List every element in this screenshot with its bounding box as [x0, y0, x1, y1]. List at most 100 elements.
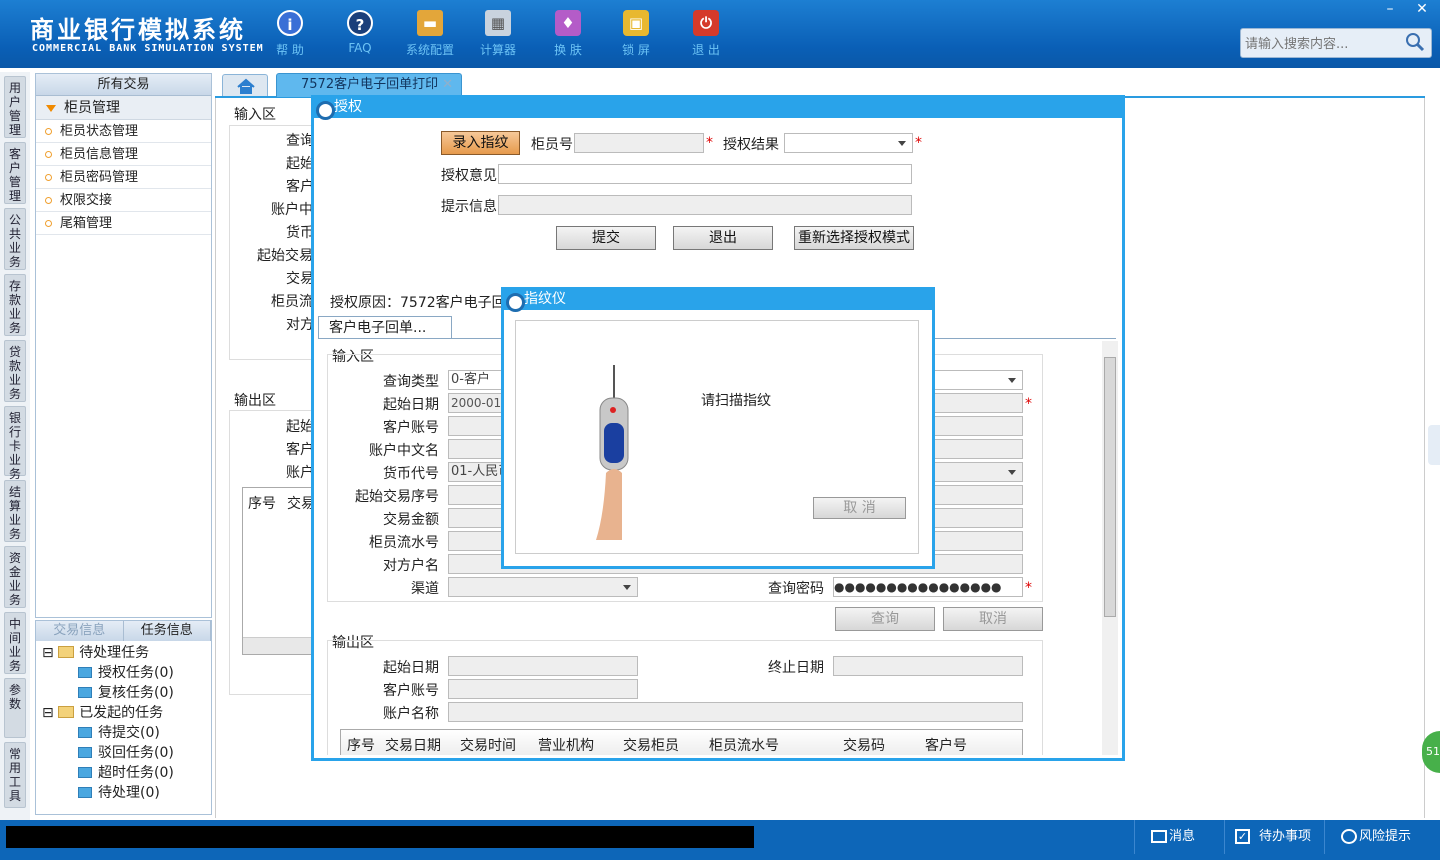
calculator-button[interactable]: ▦ 计算器	[468, 8, 528, 64]
reselect-auth-mode-button[interactable]: 重新选择授权模式	[794, 226, 914, 250]
help-button[interactable]: i 帮 助	[260, 8, 320, 64]
dialog-scrollbar[interactable]	[1102, 341, 1118, 755]
tab-receipt-print[interactable]: 7572客户电子回单打印 ✕	[276, 73, 462, 97]
opinion-label: 授权意见	[441, 168, 497, 184]
todo-button[interactable]: ✓ 待办事项	[1224, 820, 1324, 854]
tree-initiated-tasks[interactable]: ⊟ 已发起的任务	[42, 703, 163, 723]
collapse-handle[interactable]	[1428, 425, 1440, 465]
submit-button[interactable]: 提交	[556, 226, 656, 250]
close-window-button[interactable]: ✕	[1406, 0, 1438, 20]
scrollbar-thumb[interactable]	[1104, 357, 1116, 617]
app-title: 商业银行模拟系统	[30, 15, 246, 44]
tree-pending-tasks[interactable]: ⊟ 待处理任务	[42, 643, 149, 663]
enter-fingerprint-button[interactable]: 录入指纹	[441, 131, 520, 155]
vtab-customer-management[interactable]: 客户管理	[4, 142, 26, 204]
out-end-date-field[interactable]	[833, 656, 1023, 676]
search-box	[1240, 28, 1432, 58]
auth-opinion-field[interactable]	[498, 164, 912, 184]
transaction-nav: 所有交易 柜员管理 柜员状态管理 柜员信息管理 柜员密码管理 权限交接 尾箱管理	[35, 73, 212, 618]
column-header[interactable]: 交易柜员	[623, 735, 679, 755]
vtab-funds[interactable]: 资金业务	[4, 546, 26, 608]
fingerprint-scanner-icon	[596, 365, 629, 540]
column-header[interactable]: 交易日期	[385, 735, 441, 755]
system-config-button[interactable]: ▬ 系统配置	[400, 8, 460, 64]
bg-label: 客户	[286, 179, 314, 195]
search-icon[interactable]	[1405, 32, 1425, 52]
counterparty-label: 对方户名	[383, 558, 439, 574]
status-message-area	[6, 826, 754, 848]
vtab-common-tools[interactable]: 常用工具	[4, 742, 26, 808]
bg-label: 客户	[286, 442, 314, 458]
change-skin-button[interactable]: ♦ 换 肤	[538, 8, 598, 64]
query-type-label: 查询类型	[383, 374, 439, 390]
messages-button[interactable]: 消息	[1134, 820, 1224, 854]
column-header[interactable]: 客户号	[925, 735, 967, 755]
lock-icon: ▣	[623, 10, 649, 36]
required-mark: *	[1025, 396, 1032, 412]
vtab-intermediary[interactable]: 中间业务	[4, 612, 26, 674]
channel-select[interactable]	[448, 577, 638, 597]
vtab-parameters[interactable]: 参数	[4, 678, 26, 738]
column-header[interactable]: 交易码	[843, 735, 885, 755]
bg-hscrollbar[interactable]	[243, 637, 315, 654]
bg-table-header: 序号	[248, 496, 276, 512]
tree-item-timeout[interactable]: 超时任务(0)	[78, 763, 174, 783]
nav-item-teller-status[interactable]: 柜员状态管理	[36, 120, 211, 143]
vertical-tab-strip: 用户管理 客户管理 公共业务 存款业务 贷款业务 银行卡业务 结算业务 资金业务…	[0, 72, 30, 820]
cancel-query-button[interactable]: 取消	[943, 607, 1043, 631]
nav-item-teller-info[interactable]: 柜员信息管理	[36, 143, 211, 166]
vtab-deposit[interactable]: 存款业务	[4, 274, 26, 336]
tree-item-to-process[interactable]: 待处理(0)	[78, 783, 160, 803]
column-header[interactable]: 序号	[347, 735, 375, 755]
nav-header[interactable]: 所有交易	[36, 74, 211, 96]
vtab-user-management[interactable]: 用户管理	[4, 76, 26, 138]
result-table-header	[340, 729, 1023, 755]
task-icon	[78, 767, 92, 778]
out-account-no-field[interactable]	[448, 679, 638, 699]
exit-dialog-button[interactable]: 退出	[673, 226, 773, 250]
out-start-date-field[interactable]	[448, 656, 638, 676]
out-account-name-field[interactable]	[448, 702, 1023, 722]
faq-button[interactable]: ? FAQ	[330, 8, 390, 64]
column-header[interactable]: 交易时间	[460, 735, 516, 755]
bg-label: 起始	[286, 156, 314, 172]
dropdown-arrow-icon	[898, 141, 906, 146]
chat-icon	[1341, 829, 1357, 844]
nav-item-teller-password[interactable]: 柜员密码管理	[36, 166, 211, 189]
vtab-public-business[interactable]: 公共业务	[4, 208, 26, 270]
vtab-settlement[interactable]: 结算业务	[4, 480, 26, 542]
start-date-label: 起始日期	[383, 397, 439, 413]
lock-screen-button[interactable]: ▣ 锁 屏	[606, 8, 666, 64]
auth-result-select[interactable]	[784, 133, 913, 153]
fingerprint-dialog-title: 指纹仪	[504, 290, 932, 312]
nav-item-tail-box[interactable]: 尾箱管理	[36, 212, 211, 235]
vtab-loan[interactable]: 贷款业务	[4, 340, 26, 402]
tree-item-auth-tasks[interactable]: 授权任务(0)	[78, 663, 174, 683]
bg-label: 对方	[286, 317, 314, 333]
tree-item-to-submit[interactable]: 待提交(0)	[78, 723, 160, 743]
minimize-button[interactable]: –	[1374, 0, 1406, 20]
nav-item-permission-handover[interactable]: 权限交接	[36, 189, 211, 212]
hint-info-field[interactable]	[498, 195, 912, 215]
required-mark: *	[706, 135, 713, 151]
subtab-receipt[interactable]: 客户电子回单...	[318, 316, 452, 339]
tab-task-info[interactable]: 任务信息	[123, 621, 211, 641]
bg-label: 柜员流	[271, 294, 313, 310]
search-input[interactable]	[1245, 34, 1405, 54]
vtab-bank-card[interactable]: 银行卡业务	[4, 406, 26, 481]
cancel-scan-button[interactable]: 取 消	[813, 497, 906, 519]
teller-number-field[interactable]	[574, 133, 704, 153]
query-button[interactable]: 查询	[835, 607, 935, 631]
exit-button[interactable]: ⏻ 退 出	[676, 8, 736, 64]
column-header[interactable]: 柜员流水号	[709, 735, 779, 755]
close-tab-icon[interactable]: ✕	[442, 74, 453, 96]
risk-alert-button[interactable]: 风险提示	[1324, 820, 1440, 854]
home-tab[interactable]	[222, 74, 268, 96]
envelope-icon	[1151, 830, 1167, 843]
query-password-field[interactable]: ●●●●●●●●●●●●●●●●	[833, 577, 1023, 597]
tree-item-rejected[interactable]: 驳回任务(0)	[78, 743, 174, 763]
nav-group-teller-management[interactable]: 柜员管理	[36, 96, 211, 120]
tree-item-review-tasks[interactable]: 复核任务(0)	[78, 683, 174, 703]
column-header[interactable]: 营业机构	[538, 735, 594, 755]
tab-transaction-info[interactable]: 交易信息	[36, 621, 124, 641]
